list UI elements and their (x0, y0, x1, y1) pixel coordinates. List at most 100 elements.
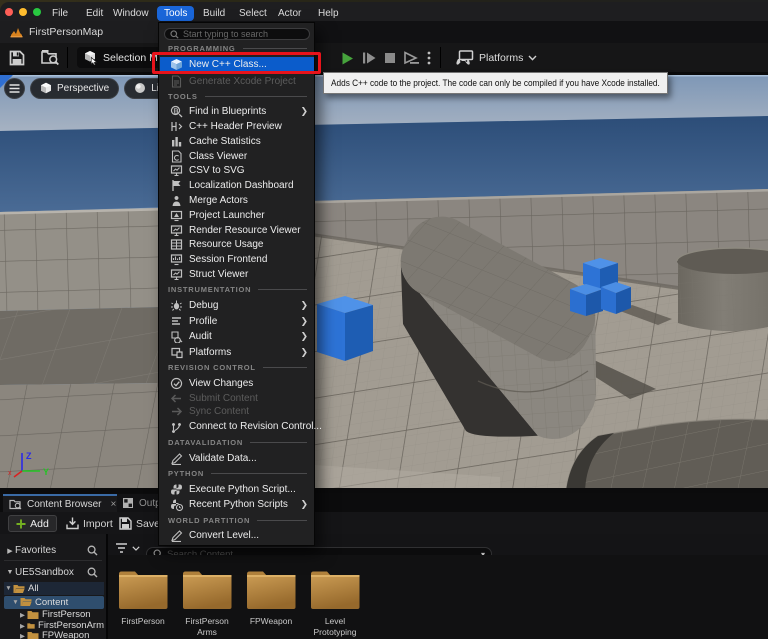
favorites-search-icon[interactable] (87, 545, 98, 556)
zoom-traffic-light[interactable] (33, 8, 41, 16)
macos-menu-select[interactable]: Select (232, 6, 274, 21)
tab-content-browser[interactable]: Content Browser × (3, 494, 117, 512)
asset-folder-level-prototyping[interactable]: Level Prototyping (306, 568, 364, 637)
macos-menu-tools[interactable]: Tools (157, 6, 194, 21)
filter-funnel-icon[interactable] (115, 543, 128, 554)
monitor-chart-icon (170, 164, 183, 177)
macos-menu-window[interactable]: Window (106, 6, 156, 21)
perspective-dropdown[interactable]: Perspective (30, 78, 119, 99)
hamburger-icon (9, 84, 20, 93)
asset-folder-fpweapon[interactable]: FPWeapon (242, 568, 300, 627)
menu-item-cache-statistics[interactable]: Cache Statistics (160, 134, 314, 149)
lit-sphere-icon (134, 82, 146, 94)
menu-item-label: Profile (189, 316, 300, 327)
arrow-right-icon (170, 405, 183, 418)
macos-menu-file[interactable]: File (45, 6, 75, 21)
submenu-arrow-icon: ❯ (300, 331, 308, 342)
add-button[interactable]: Add (8, 515, 57, 532)
content-browser-toolbar: Add Import Save (0, 512, 768, 534)
menu-item-debug[interactable]: Debug❯ (160, 298, 314, 313)
tree-folder-icon (27, 631, 39, 639)
annotation-red-box (152, 52, 321, 74)
minimize-traffic-light[interactable] (19, 8, 27, 16)
play-button[interactable] (340, 51, 355, 66)
platforms-dropdown[interactable]: Platforms (455, 47, 537, 69)
tree-caret-open-icon[interactable]: ▼ (4, 585, 13, 592)
macos-menu-help[interactable]: Help (311, 6, 346, 21)
menu-item-validate-data[interactable]: Validate Data... (160, 451, 314, 466)
save-all-button[interactable]: Save (119, 515, 160, 532)
collection-row[interactable]: ▼ UE5Sandbox (0, 564, 106, 581)
add-button-label: Add (30, 518, 49, 530)
menu-item-platforms[interactable]: Platforms❯ (160, 345, 314, 360)
menu-item-view-changes[interactable]: View Changes (160, 376, 314, 391)
tree-item-all[interactable]: ▼All (4, 582, 104, 595)
tree-item-fpweapon[interactable]: ▶FPWeapon (4, 629, 104, 639)
viewport-menu-button[interactable] (4, 78, 25, 99)
menu-item-session-frontend[interactable]: Session Frontend (160, 252, 314, 267)
level-viewport[interactable]: Z Y x Perspective (0, 75, 768, 493)
macos-menu-build[interactable]: Build (196, 6, 232, 21)
bar-chart-icon (170, 135, 183, 148)
launch-button[interactable] (403, 51, 420, 65)
menu-item-label: Generate Xcode Project (189, 76, 314, 87)
menu-item-struct-viewer[interactable]: Struct Viewer (160, 267, 314, 282)
save-level-button[interactable] (9, 50, 25, 66)
frame-skip-button[interactable] (362, 51, 377, 65)
menu-item-resource-usage[interactable]: Resource Usage (160, 237, 314, 252)
collection-caret-icon: ▼ (5, 569, 15, 576)
save-all-icon (119, 517, 132, 530)
sources-panel: ▶ Favorites ▼ UE5Sandbox ▼All▼Content▶Fi… (0, 534, 106, 639)
menu-item-generate-xcode-project[interactable]: Generate Xcode Project (160, 74, 314, 89)
doc-c-icon (170, 150, 183, 163)
play-controls (340, 47, 431, 69)
menu-item-label: Recent Python Scripts (189, 499, 300, 510)
menu-item-merge-actors[interactable]: Merge Actors (160, 193, 314, 208)
menu-item-label: Class Viewer (189, 151, 314, 162)
stop-button[interactable] (384, 52, 396, 64)
menu-section-header-line (243, 48, 307, 49)
menu-item-find-in-blueprints[interactable]: Find in Blueprints❯ (160, 104, 314, 119)
menu-item-execute-python-script[interactable]: Execute Python Script... (160, 482, 314, 497)
menu-item-render-resource-viewer[interactable]: Render Resource Viewer (160, 223, 314, 238)
menu-item-profile[interactable]: Profile❯ (160, 314, 314, 329)
right-cylinder[interactable] (677, 248, 768, 331)
tree-folder-icon (20, 597, 32, 607)
gizmo-x-label: x (8, 470, 12, 477)
menu-section-header: TOOLS (160, 89, 314, 104)
menu-item-project-launcher[interactable]: Project Launcher (160, 208, 314, 223)
import-button[interactable]: Import (66, 515, 113, 532)
level-tab[interactable]: FirstPersonMap (0, 21, 160, 43)
menu-search-input[interactable]: Start typing to search (164, 28, 310, 40)
menu-item-convert-level[interactable]: Convert Level... (160, 528, 314, 543)
menu-item-recent-python-scripts[interactable]: Recent Python Scripts❯ (160, 497, 314, 512)
tab-close-icon[interactable]: × (110, 499, 116, 510)
menu-item-label: Validate Data... (189, 453, 314, 464)
tree-caret-open-icon[interactable]: ▼ (11, 599, 20, 606)
menu-item-audit[interactable]: Audit❯ (160, 329, 314, 344)
header-preview-icon (170, 120, 183, 133)
menu-item-connect-to-revision-control[interactable]: Connect to Revision Control... (160, 419, 314, 434)
blue-cube[interactable] (317, 296, 373, 361)
big-folder-icon (246, 568, 296, 610)
macos-menu-actor[interactable]: Actor (271, 6, 308, 21)
menu-item-localization-dashboard[interactable]: Localization Dashboard (160, 178, 314, 193)
favorites-row[interactable]: ▶ Favorites (0, 542, 106, 559)
play-options-ellipsis[interactable] (427, 51, 431, 65)
asset-folder-firstperson[interactable]: FirstPerson (114, 568, 172, 627)
tree-caret-closed-icon[interactable]: ▶ (18, 611, 27, 619)
sources-divider (4, 560, 102, 561)
menu-item-class-viewer[interactable]: Class Viewer (160, 149, 314, 164)
tree-item-content[interactable]: ▼Content (4, 596, 104, 609)
tree-caret-closed-icon[interactable]: ▶ (18, 632, 27, 639)
close-traffic-light[interactable] (5, 8, 13, 16)
collection-search-icon[interactable] (87, 567, 98, 578)
filter-chevron-icon[interactable] (132, 546, 140, 551)
browse-content-button[interactable] (41, 49, 60, 66)
asset-folder-firstperson-arms[interactable]: FirstPerson Arms (178, 568, 236, 637)
menu-item-csv-to-svg[interactable]: CSV to SVG (160, 163, 314, 178)
menu-item-label: Cache Statistics (189, 136, 314, 147)
menu-item-c-header-preview[interactable]: C++ Header Preview (160, 119, 314, 134)
menu-item-sync-content[interactable]: Sync Content (160, 404, 314, 419)
level-tab-label: FirstPersonMap (29, 26, 103, 38)
